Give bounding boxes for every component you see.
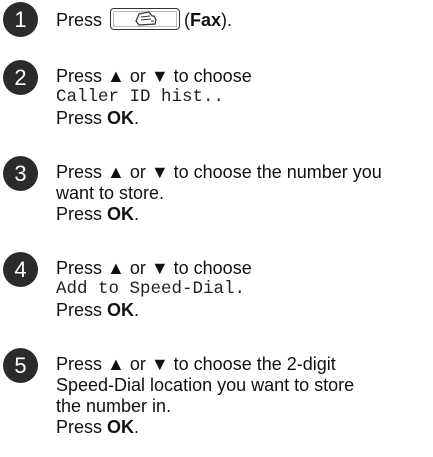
ok-key-label: OK bbox=[107, 108, 135, 128]
step-number: 1 bbox=[3, 2, 38, 37]
press-label: Press bbox=[56, 108, 108, 128]
step-instruction-line: Speed-Dial location you want to store bbox=[56, 375, 355, 395]
step-text: Press ▲ or ▼ to choose Caller ID hist.. … bbox=[56, 66, 432, 129]
step-instruction-line: Press ▲ or ▼ to choose bbox=[56, 258, 252, 278]
press-label: Press bbox=[56, 417, 108, 437]
step-instruction-line: the number in. bbox=[56, 396, 172, 416]
ok-key-label: OK bbox=[107, 300, 135, 320]
ok-key-label: OK bbox=[107, 204, 135, 224]
menu-item-text: Caller ID hist.. bbox=[56, 87, 225, 107]
close-paren: ). bbox=[221, 10, 233, 30]
step-text: Press (Fax). bbox=[56, 8, 432, 32]
period: . bbox=[134, 204, 140, 224]
menu-item-text: Add to Speed-Dial. bbox=[56, 279, 246, 299]
fax-key-button bbox=[110, 8, 181, 31]
press-label: Press bbox=[56, 204, 108, 224]
step-text: Press ▲ or ▼ to choose the 2-digit Speed… bbox=[56, 354, 432, 438]
period: . bbox=[134, 108, 140, 128]
period: . bbox=[134, 417, 140, 437]
step-instruction-line: Press ▲ or ▼ to choose the 2-digit bbox=[56, 354, 336, 374]
period: . bbox=[134, 300, 140, 320]
step-instruction-line: Press ▲ or ▼ to choose bbox=[56, 66, 252, 86]
step-number: 5 bbox=[3, 348, 38, 383]
step-text: Press ▲ or ▼ to choose Add to Speed-Dial… bbox=[56, 258, 432, 321]
fax-key-name: Fax bbox=[190, 10, 222, 30]
fax-machine-icon bbox=[135, 11, 157, 26]
step-number: 4 bbox=[3, 252, 38, 287]
ok-key-label: OK bbox=[107, 417, 135, 437]
step-text-press: Press bbox=[56, 10, 103, 30]
press-label: Press bbox=[56, 300, 108, 320]
step-number: 2 bbox=[3, 60, 38, 95]
step-instruction-line: want to store. bbox=[56, 183, 165, 203]
step-text: Press ▲ or ▼ to choose the number you wa… bbox=[56, 162, 432, 225]
step-instruction-line: Press ▲ or ▼ to choose the number you bbox=[56, 162, 382, 182]
step-number: 3 bbox=[3, 156, 38, 191]
